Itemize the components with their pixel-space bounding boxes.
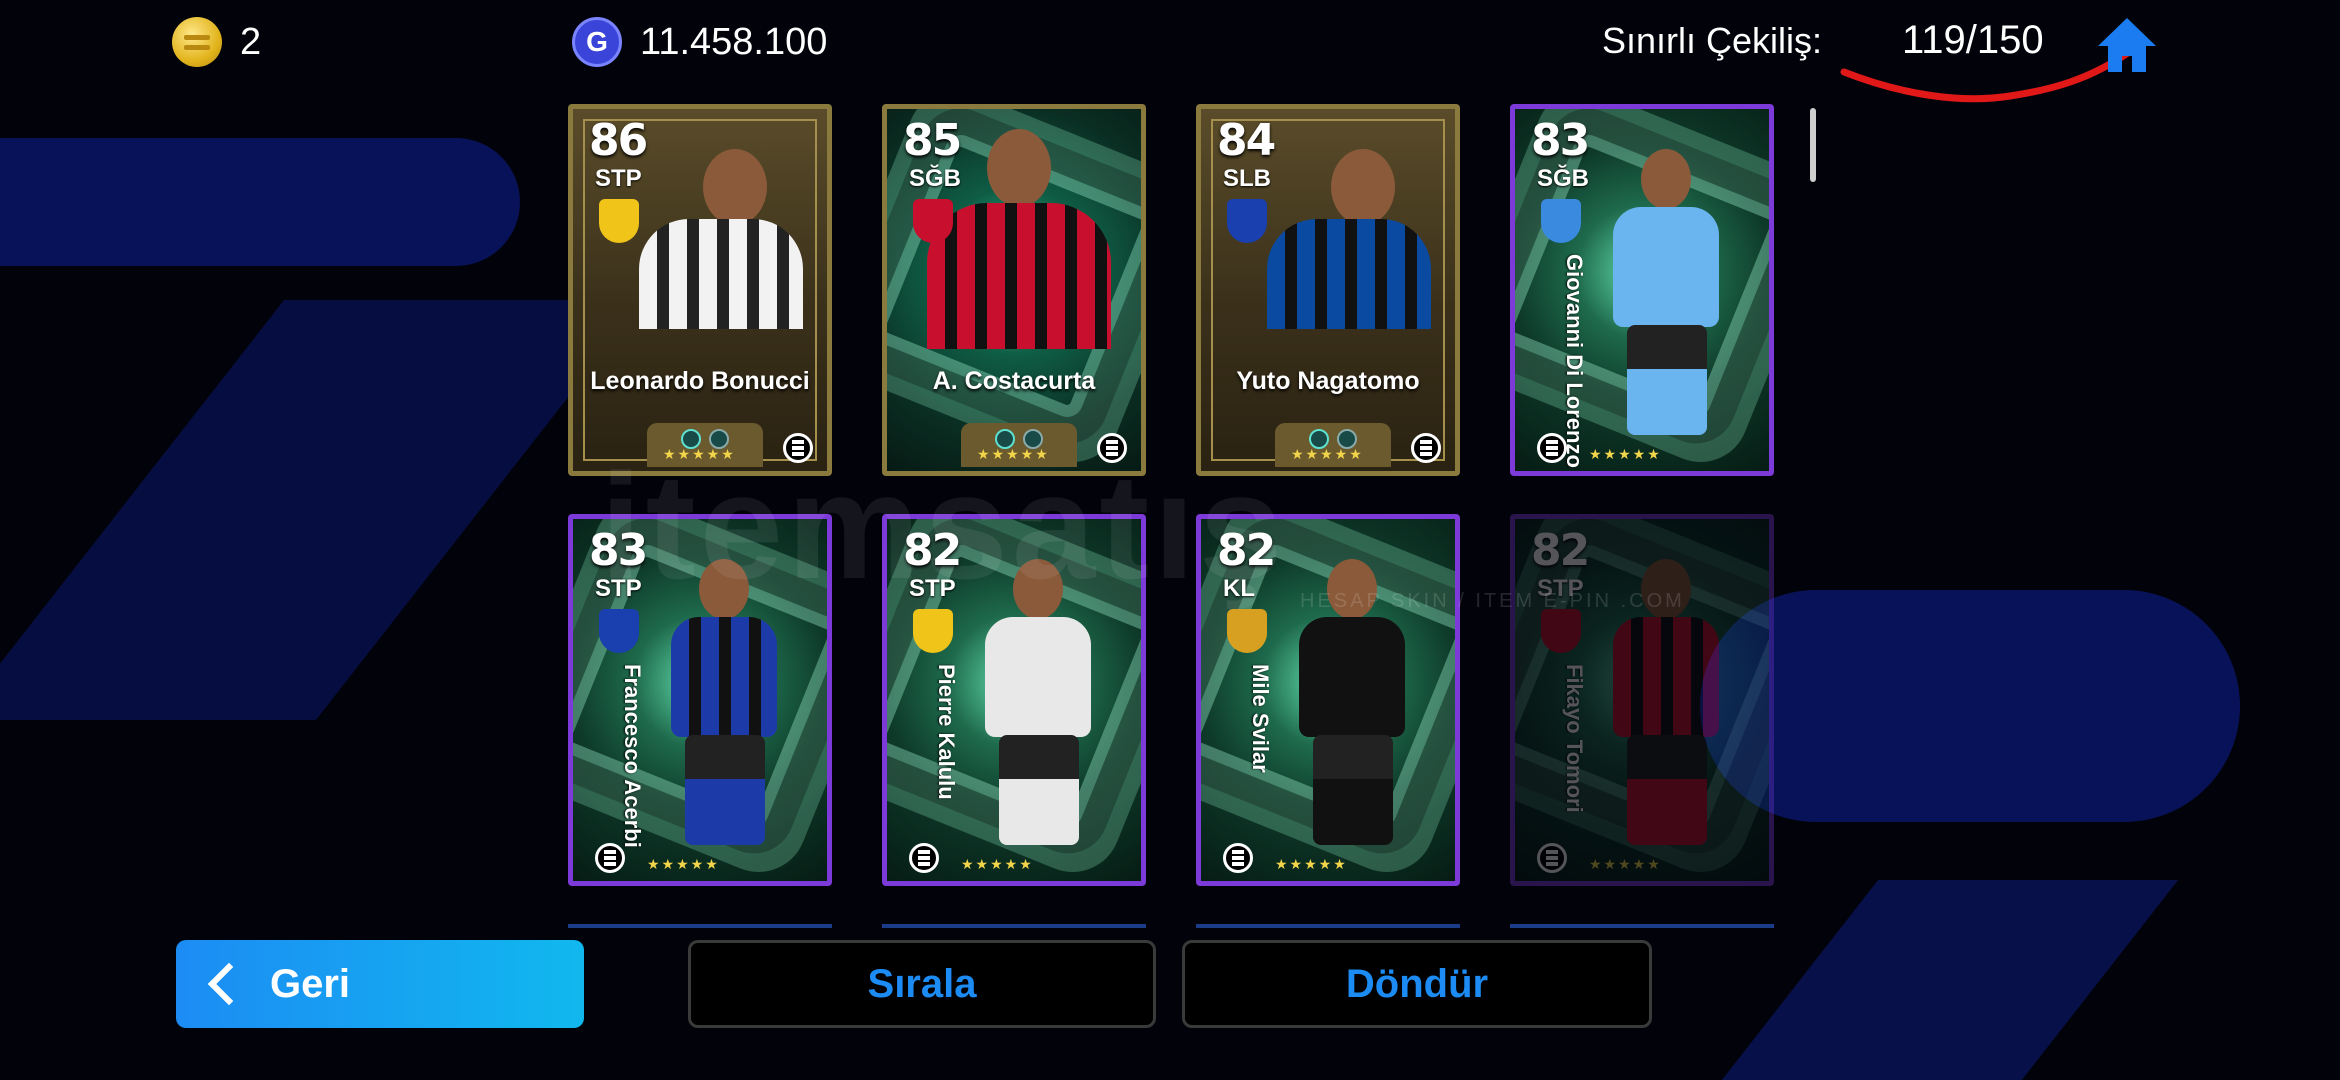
player-head: [1331, 149, 1395, 225]
efootball-logo-icon: [1223, 843, 1253, 873]
scrollbar[interactable]: [1810, 108, 1816, 182]
player-legs: [1627, 325, 1707, 435]
player-legs: [685, 735, 765, 845]
club-badge-icon: [1541, 609, 1581, 653]
player-figure: [1591, 149, 1741, 449]
partial-card-next-row[interactable]: [882, 924, 1146, 928]
player-head: [703, 149, 767, 225]
player-shirt: [1299, 617, 1405, 737]
coin-balance: 2: [172, 17, 261, 67]
background-shape: [1721, 880, 2179, 1080]
top-bar: 2 G 11.458.100 Sınırlı Çekiliş: 119/150: [0, 0, 2340, 103]
club-badge-icon: [599, 609, 639, 653]
partial-card-next-row[interactable]: [1510, 924, 1774, 928]
card-rating: 84: [1217, 115, 1276, 166]
player-shirt: [671, 617, 777, 737]
player-shirt: [927, 203, 1111, 349]
player-legs: [1627, 735, 1707, 845]
player-card[interactable]: 83 SĞB Giovanni Di Lorenzo ★★★★★: [1510, 104, 1774, 476]
player-card[interactable]: 85 SĞB A. Costacurta ★★★★★: [882, 104, 1146, 476]
efootball-logo-icon: [1537, 433, 1567, 463]
card-player-name: Leonardo Bonucci: [590, 367, 810, 395]
card-rating: 86: [589, 115, 648, 166]
efootball-logo-icon: [1411, 433, 1441, 463]
sort-button-label: Sırala: [867, 961, 977, 1006]
player-shirt: [985, 617, 1091, 737]
player-shirt: [639, 219, 803, 329]
club-badge-icon: [1541, 199, 1581, 243]
rotate-button[interactable]: Döndür: [1182, 940, 1652, 1028]
efootball-logo-icon: [595, 843, 625, 873]
card-stars: ★★★★★: [1275, 856, 1348, 872]
card-rating: 85: [903, 115, 962, 166]
player-head: [1641, 149, 1691, 209]
coin-icon: [172, 17, 222, 67]
card-stars: ★★★★★: [1589, 856, 1662, 872]
card-position: STP: [595, 165, 642, 192]
club-badge-icon: [913, 199, 953, 243]
gp-balance: G 11.458.100: [572, 17, 827, 67]
back-button-label: Geri: [270, 961, 351, 1006]
gp-icon: G: [572, 17, 622, 67]
home-icon: [2098, 18, 2156, 72]
background-shape: [1700, 590, 2240, 822]
partial-card-next-row[interactable]: [1196, 924, 1460, 928]
club-badge-icon: [1227, 609, 1267, 653]
player-head: [987, 129, 1051, 207]
chevron-left-icon: [207, 962, 251, 1006]
card-player-name: Fikayo Tomori: [1562, 664, 1587, 813]
player-card[interactable]: 82 STP Fikayo Tomori ★★★★★: [1510, 514, 1774, 886]
card-rating: 82: [1531, 525, 1590, 576]
card-player-name: Yuto Nagatomo: [1236, 367, 1420, 395]
card-position: SLB: [1223, 165, 1271, 192]
back-button[interactable]: Geri: [176, 940, 584, 1028]
player-shirt: [1613, 617, 1719, 737]
card-position: SĞB: [1537, 165, 1590, 192]
card-player-name: A. Costacurta: [932, 367, 1096, 395]
card-position: SĞB: [909, 165, 962, 192]
club-badge-icon: [913, 609, 953, 653]
card-stars: ★★★★★: [1291, 446, 1364, 462]
sort-button[interactable]: Sırala: [688, 940, 1156, 1028]
background-shape: [0, 300, 645, 720]
coin-count: 2: [240, 20, 262, 63]
player-shirt: [1267, 219, 1431, 329]
card-stars: ★★★★★: [1589, 446, 1662, 462]
rotate-button-label: Döndür: [1345, 961, 1489, 1006]
club-badge-icon: [599, 199, 639, 243]
card-player-name: Francesco Acerbi: [620, 664, 645, 848]
efootball-logo-icon: [909, 843, 939, 873]
card-stars: ★★★★★: [647, 856, 720, 872]
home-button[interactable]: [2094, 14, 2160, 76]
watermark-subtext: HESAP SKIN / ITEM E-PIN .COM: [1300, 590, 1685, 612]
partial-card-next-row[interactable]: [568, 924, 832, 928]
efootball-logo-icon: [1537, 843, 1567, 873]
club-badge-icon: [1227, 199, 1267, 243]
card-stars: ★★★★★: [961, 856, 1034, 872]
card-player-name: Pierre Kalulu: [934, 664, 959, 800]
card-player-name: Giovanni Di Lorenzo: [1562, 254, 1587, 468]
limited-pull-label: Sınırlı Çekiliş:: [1602, 20, 1823, 61]
background-shape: [0, 138, 520, 266]
player-legs: [1313, 735, 1393, 845]
gp-count: 11.458.100: [640, 20, 828, 63]
player-legs: [999, 735, 1079, 845]
card-rating: 83: [1531, 115, 1590, 166]
card-player-name: Mile Svilar: [1248, 664, 1273, 773]
watermark: itemsatış: [600, 442, 1287, 610]
player-card[interactable]: 86 STP Leonardo Bonucci ★★★★★: [568, 104, 832, 476]
player-card[interactable]: 84 SLB Yuto Nagatomo ★★★★★: [1196, 104, 1460, 476]
player-shirt: [1613, 207, 1719, 327]
